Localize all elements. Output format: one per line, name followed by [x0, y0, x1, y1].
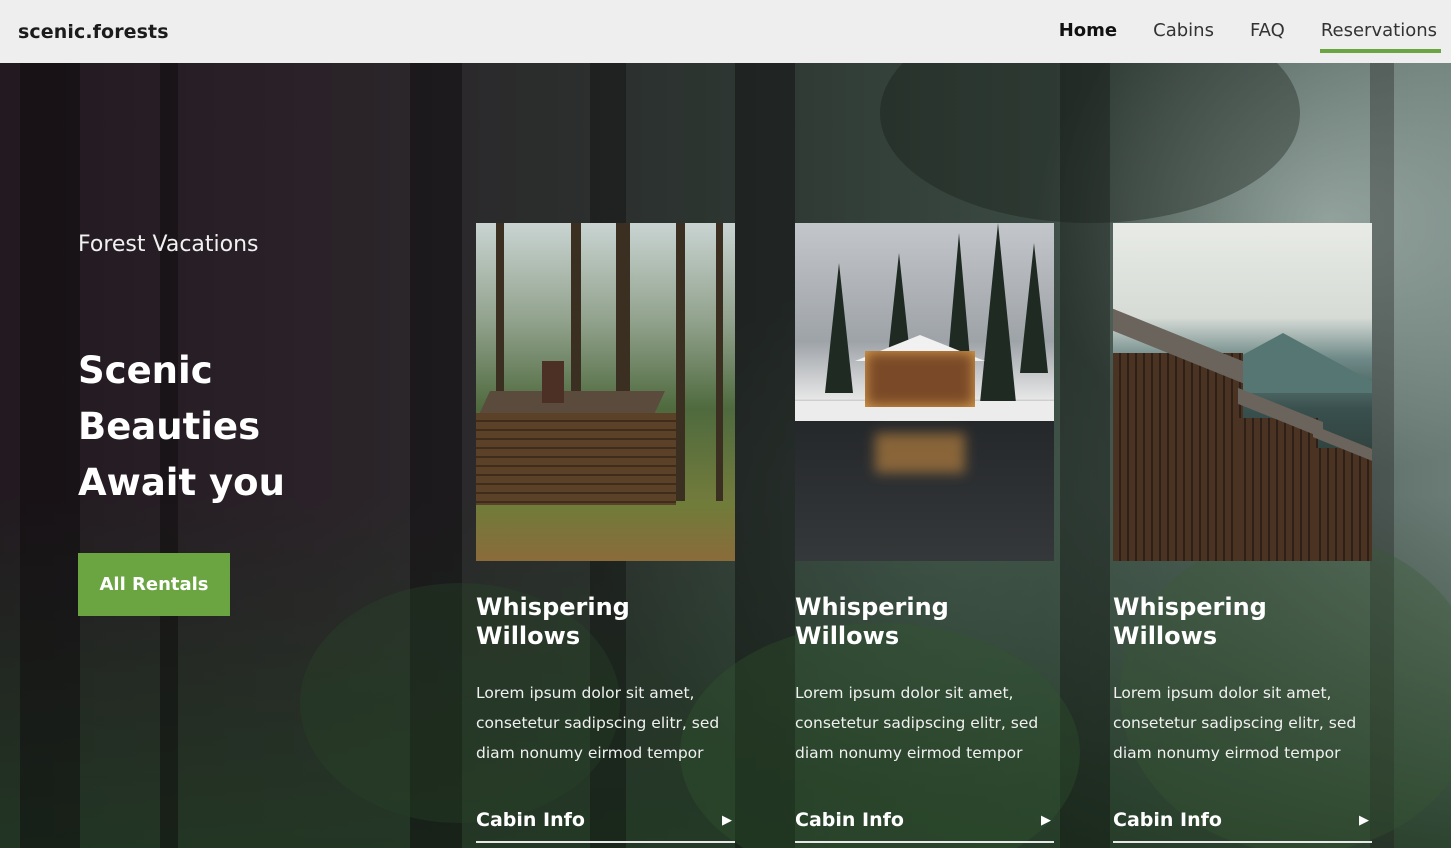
- cabin-info-link[interactable]: Cabin Info ▶: [1113, 803, 1372, 843]
- card-description: Lorem ipsum dolor sit amet, consetetur s…: [1113, 684, 1357, 762]
- cabin-card: Whispering Willows Lorem ipsum dolor sit…: [476, 223, 735, 843]
- card-description: Lorem ipsum dolor sit amet, consetetur s…: [476, 684, 720, 762]
- nav-faq[interactable]: FAQ: [1250, 20, 1285, 43]
- cabin-info-label: Cabin Info: [476, 809, 585, 831]
- card-title: Whispering Willows: [476, 593, 630, 650]
- card-description: Lorem ipsum dolor sit amet, consetetur s…: [795, 684, 1039, 762]
- nav-reservations[interactable]: Reservations: [1319, 20, 1442, 53]
- mountain-cabins-photo[interactable]: [1113, 223, 1372, 561]
- card-title: Whispering Willows: [795, 593, 949, 650]
- nav-home[interactable]: Home: [1059, 20, 1117, 43]
- headline-line-3: Await you: [78, 461, 285, 504]
- play-arrow-icon: ▶: [1041, 812, 1051, 828]
- main-nav: Home Cabins FAQ Reservations: [1023, 0, 1442, 63]
- hero-headline: Scenic Beauties Await you: [78, 343, 378, 511]
- hero-section: Forest Vacations Scenic Beauties Await y…: [0, 63, 1451, 848]
- headline-line-2: Beauties: [78, 405, 261, 448]
- cabin-info-label: Cabin Info: [1113, 809, 1222, 831]
- headline-line-1: Scenic: [78, 349, 213, 392]
- play-arrow-icon: ▶: [722, 812, 732, 828]
- nav-cabins[interactable]: Cabins: [1153, 20, 1214, 43]
- cabin-info-link[interactable]: Cabin Info ▶: [795, 803, 1054, 843]
- all-rentals-button[interactable]: All Rentals: [78, 553, 230, 616]
- cabin-info-link[interactable]: Cabin Info ▶: [476, 803, 735, 843]
- hero-eyebrow: Forest Vacations: [78, 232, 259, 257]
- forest-cabin-photo[interactable]: [476, 223, 735, 561]
- cabin-card: Whispering Willows Lorem ipsum dolor sit…: [795, 223, 1054, 843]
- brand-logo[interactable]: scenic.forests: [18, 21, 169, 43]
- play-arrow-icon: ▶: [1359, 812, 1369, 828]
- snowy-lake-cabin-photo[interactable]: [795, 223, 1054, 561]
- site-header: scenic.forests Home Cabins FAQ Reservati…: [0, 0, 1451, 63]
- cabin-info-label: Cabin Info: [795, 809, 904, 831]
- card-title: Whispering Willows: [1113, 593, 1267, 650]
- cabin-card: Whispering Willows Lorem ipsum dolor sit…: [1113, 223, 1372, 843]
